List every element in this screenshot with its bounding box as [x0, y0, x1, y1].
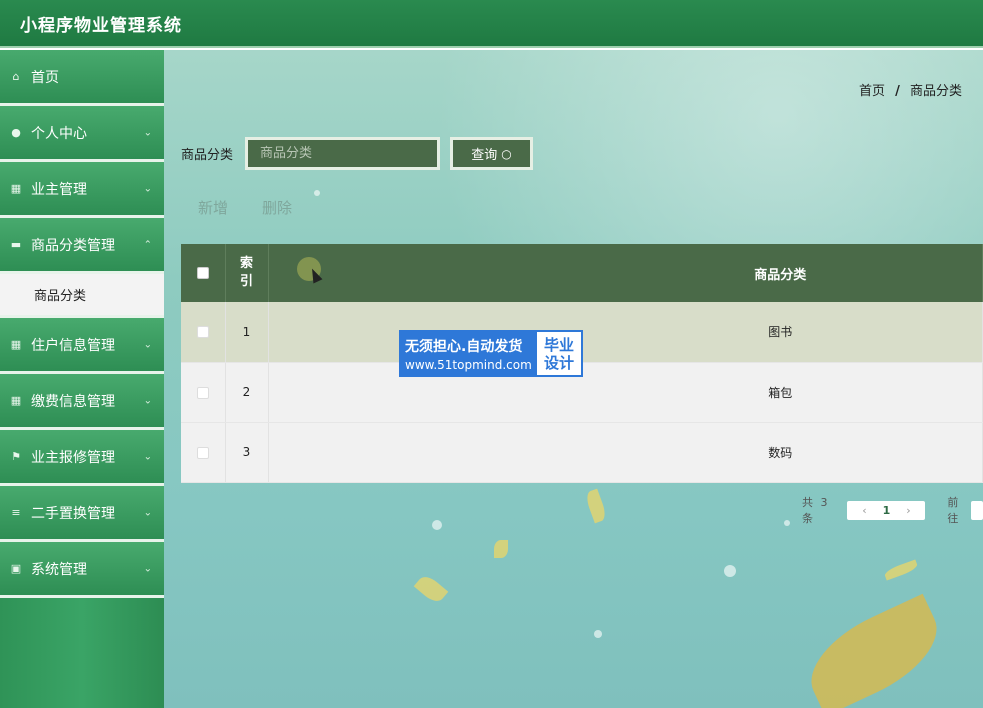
breadcrumb-home[interactable]: 首页	[859, 84, 885, 99]
bokeh-dot	[784, 520, 790, 526]
bokeh-dot	[594, 630, 602, 638]
watermark-banner: 无须担心.自动发货 www.51topmind.com 毕业 设计	[399, 330, 583, 377]
sidebar: ⌂ 首页 ● 个人中心 ⌄ ▦ 业主管理 ⌄ ▬ 商品分类管理 ⌃ 商品分类 ▦…	[0, 50, 164, 708]
leaf-decoration	[494, 540, 508, 558]
sidebar-subitem-category[interactable]: 商品分类	[0, 274, 164, 318]
settings-icon: ▣	[10, 562, 22, 575]
search-icon: ○	[501, 146, 512, 161]
column-header-category: 商品分类	[268, 244, 983, 302]
sidebar-item-label: 个人中心	[31, 125, 87, 142]
grid-icon: ▦	[10, 394, 22, 407]
leaf-decoration	[883, 559, 919, 581]
app-title: 小程序物业管理系统	[20, 15, 182, 36]
search-bar: 商品分类 查询 ○	[181, 137, 534, 170]
user-icon: ●	[11, 126, 21, 139]
watermark-right2: 设计	[543, 353, 574, 372]
watermark-left: 无须担心.自动发货 www.51topmind.com	[401, 332, 537, 375]
watermark-line1: 无须担心.自动发货	[405, 338, 523, 355]
action-bar: 新增 删除	[198, 197, 326, 218]
row-checkbox[interactable]	[196, 386, 209, 399]
table-row[interactable]: 3 数码	[181, 422, 983, 483]
row-index: 3	[225, 422, 269, 483]
search-input[interactable]	[245, 137, 441, 170]
chevron-down-icon: ⌄	[143, 183, 152, 194]
sidebar-item-label: 业主报修管理	[31, 449, 115, 466]
row-index: 1	[225, 302, 269, 363]
sidebar-item-label: 系统管理	[31, 561, 87, 578]
chevron-up-icon: ⌃	[143, 239, 152, 250]
goto-input[interactable]	[971, 500, 983, 520]
leaf-decoration	[413, 572, 449, 606]
breadcrumb-separator: /	[895, 84, 900, 99]
sidebar-item-label: 商品分类管理	[31, 237, 115, 254]
sidebar-subitem-label: 商品分类	[34, 289, 87, 304]
sidebar-item-payments[interactable]: ▦ 缴费信息管理 ⌄	[0, 374, 164, 430]
prev-page-icon[interactable]: ‹	[853, 504, 875, 517]
chevron-down-icon: ⌄	[143, 563, 152, 574]
select-all-cell	[181, 244, 226, 302]
next-page-icon[interactable]: ›	[897, 504, 919, 517]
grid-icon: ▦	[10, 338, 22, 351]
flag-icon: ⚑	[11, 450, 21, 463]
main-content: 首页 / 商品分类 商品分类 查询 ○ 新增 删除 索 引 商品分类	[164, 50, 983, 708]
sidebar-item-secondhand[interactable]: ≡ 二手置换管理 ⌄	[0, 486, 164, 542]
pagination: 共 3 条 ‹ 1 › 前往	[802, 494, 983, 526]
goto-label: 前往	[947, 496, 959, 525]
row-checkbox[interactable]	[196, 446, 209, 459]
sidebar-item-category-management[interactable]: ▬ 商品分类管理 ⌃	[0, 218, 164, 274]
chevron-down-icon: ⌄	[143, 339, 152, 350]
sidebar-item-label: 二手置换管理	[31, 505, 115, 522]
rice-plant-decoration	[795, 593, 953, 708]
chevron-down-icon: ⌄	[143, 395, 152, 406]
select-all-checkbox[interactable]	[196, 267, 209, 279]
sidebar-item-system[interactable]: ▣ 系统管理 ⌄	[0, 542, 164, 598]
chevron-down-icon: ⌄	[143, 127, 152, 138]
column-header-index: 索 引	[225, 244, 269, 302]
search-label: 商品分类	[181, 148, 234, 163]
add-button[interactable]: 新增	[198, 197, 228, 218]
sidebar-item-label: 缴费信息管理	[31, 393, 115, 410]
bokeh-dot	[314, 190, 320, 196]
bokeh-dot	[432, 520, 442, 530]
breadcrumb: 首页 / 商品分类	[859, 80, 962, 99]
row-index: 2	[225, 362, 269, 423]
sidebar-item-home[interactable]: ⌂ 首页	[0, 50, 164, 106]
sidebar-item-repairs[interactable]: ⚑ 业主报修管理 ⌄	[0, 430, 164, 486]
grid-icon: ▦	[10, 182, 22, 195]
row-category: 箱包	[268, 362, 983, 423]
bokeh-dot	[724, 565, 736, 577]
row-category: 图书	[268, 302, 983, 363]
pagination-total: 共 3 条	[802, 494, 839, 526]
row-category: 数码	[268, 422, 983, 483]
sidebar-item-residents[interactable]: ▦ 住户信息管理 ⌄	[0, 318, 164, 374]
watermark-line2: www.51topmind.com	[405, 357, 532, 372]
chevron-down-icon: ⌄	[143, 507, 152, 518]
list-icon: ≡	[11, 506, 21, 519]
box-icon: ▬	[10, 238, 22, 251]
sidebar-item-profile[interactable]: ● 个人中心 ⌄	[0, 106, 164, 162]
watermark-right1: 毕业	[543, 335, 574, 354]
total-count: 3	[820, 496, 828, 509]
top-bar: 小程序物业管理系统	[0, 0, 983, 48]
breadcrumb-current: 商品分类	[909, 84, 962, 99]
leaf-decoration	[583, 488, 609, 524]
watermark-right: 毕业 设计	[537, 332, 581, 375]
current-page[interactable]: 1	[875, 504, 897, 517]
row-checkbox[interactable]	[196, 326, 209, 339]
sidebar-item-label: 业主管理	[31, 181, 87, 198]
pagination-pager: ‹ 1 ›	[847, 500, 926, 520]
query-button-label: 查询	[471, 148, 498, 163]
total-suffix: 条	[802, 512, 813, 525]
sidebar-item-label: 住户信息管理	[31, 337, 115, 354]
chevron-down-icon: ⌄	[143, 451, 152, 462]
home-icon: ⌂	[12, 70, 20, 83]
delete-button[interactable]: 删除	[262, 197, 292, 218]
query-button[interactable]: 查询 ○	[450, 137, 534, 170]
sidebar-item-label: 首页	[31, 69, 59, 86]
sidebar-item-owners[interactable]: ▦ 业主管理 ⌄	[0, 162, 164, 218]
total-prefix: 共	[802, 496, 813, 509]
